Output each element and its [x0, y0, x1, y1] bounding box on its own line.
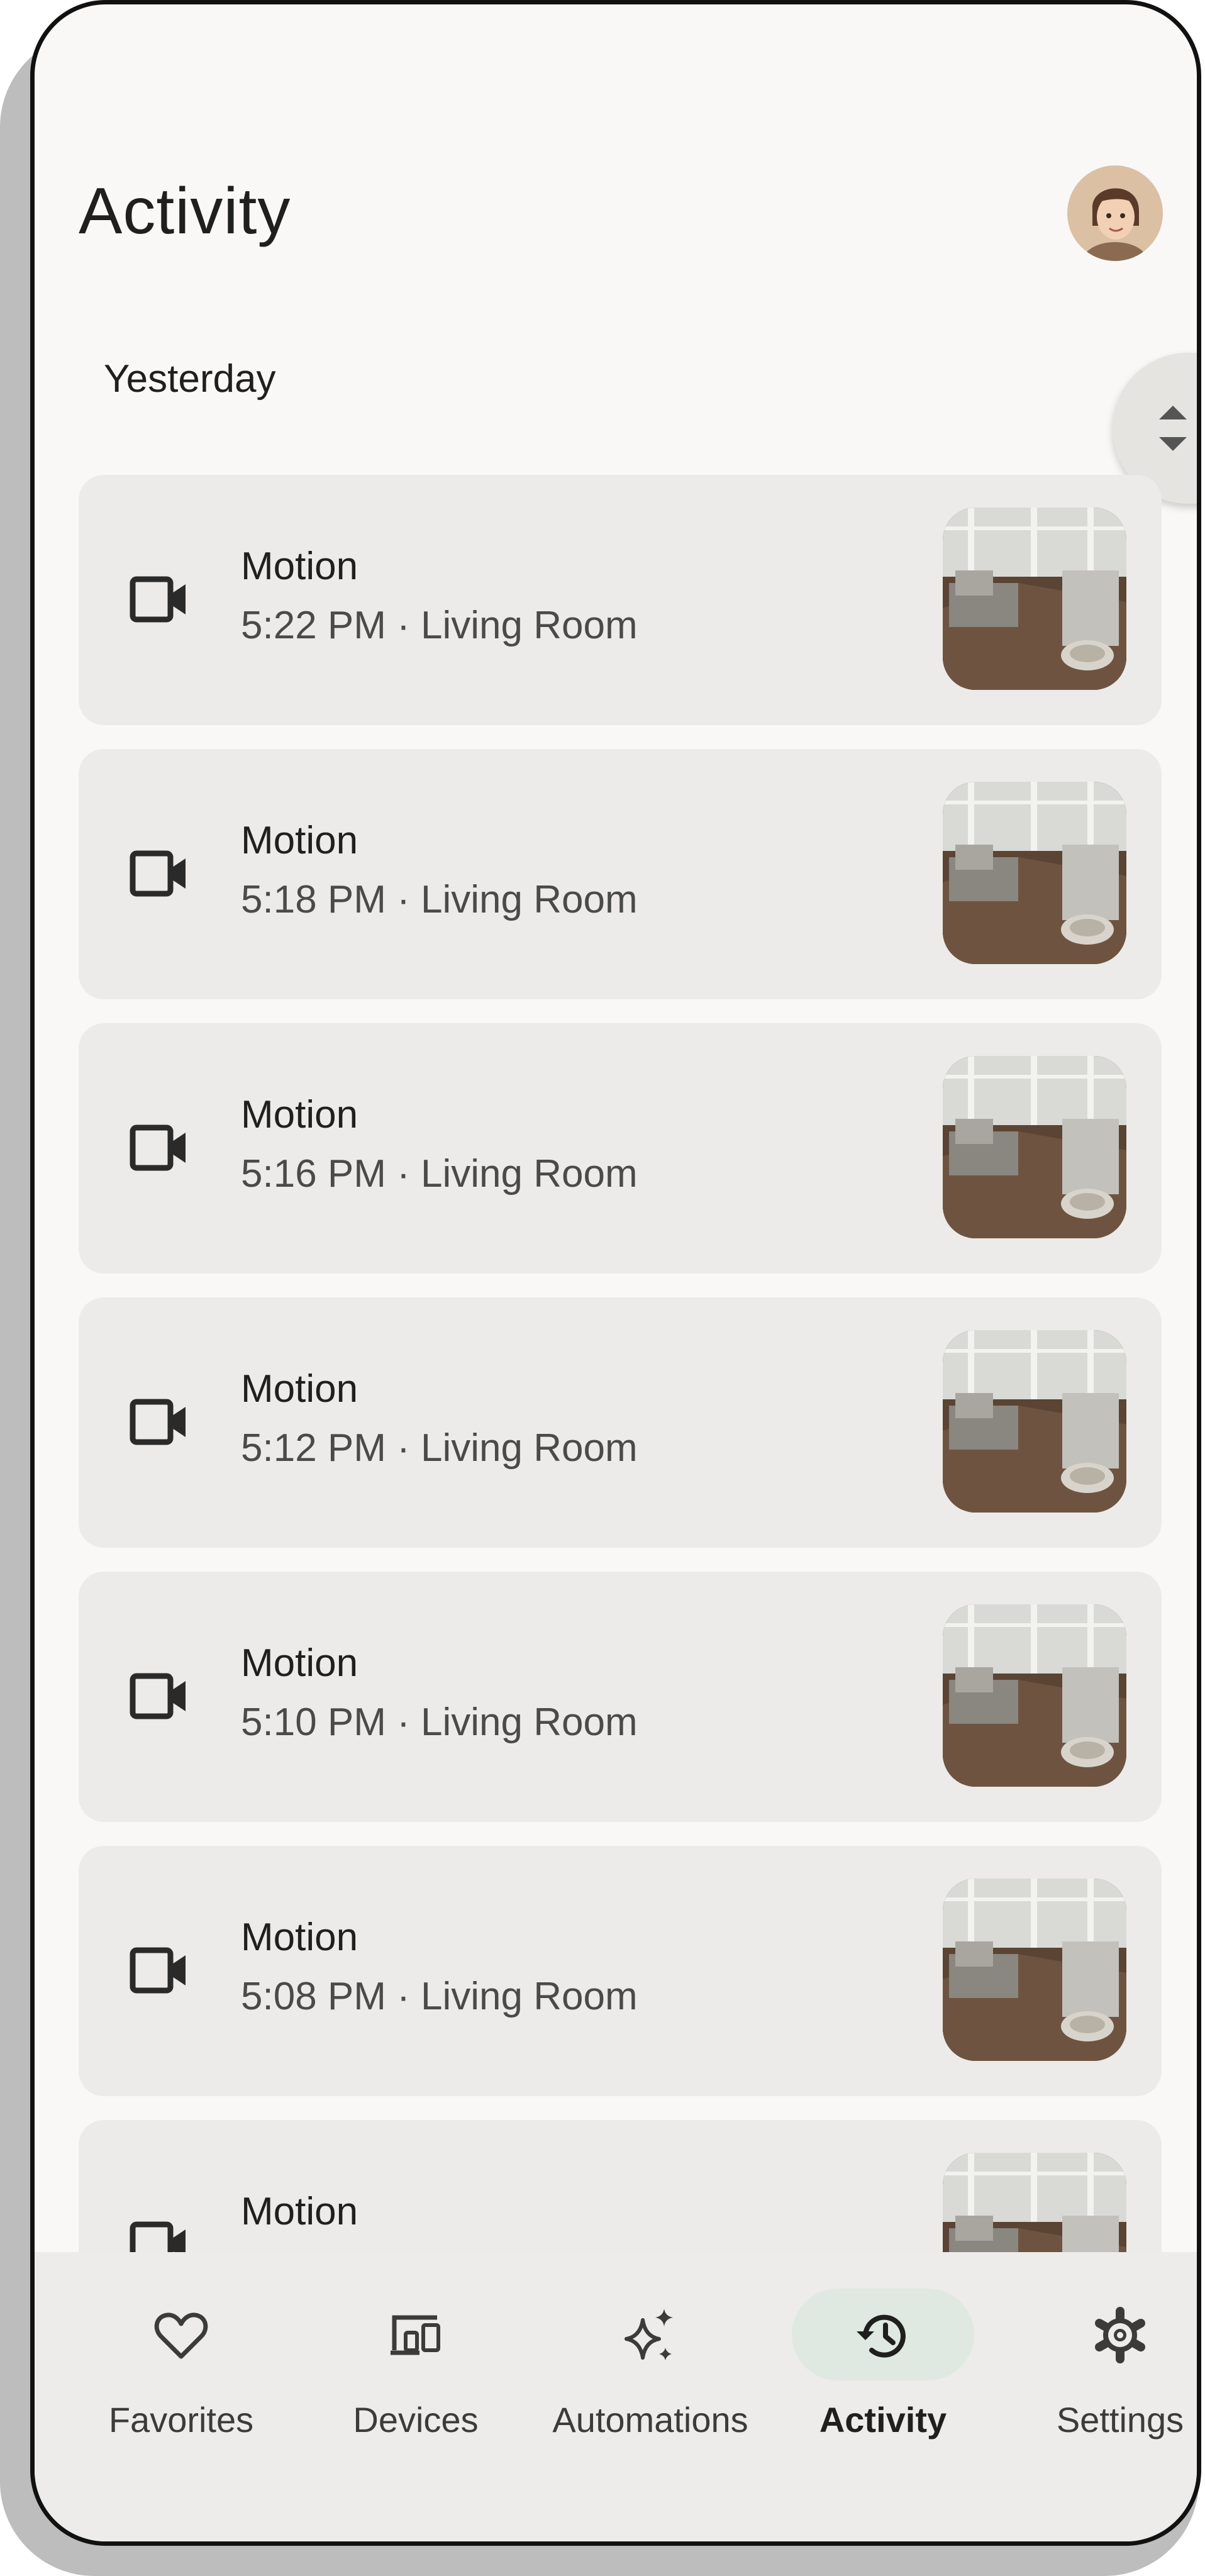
activity-event-card[interactable]: Motion 5:10 PM · Living Room [79, 1572, 1162, 1822]
devices-icon [391, 2315, 440, 2355]
nav-favorites[interactable]: Favorites [87, 2252, 275, 2441]
event-thumbnail[interactable] [943, 1330, 1126, 1513]
video-camera-icon [130, 1399, 186, 1445]
sparkle-icon [625, 2309, 673, 2360]
event-title: Motion [241, 1093, 358, 1136]
event-time-location: 5:18 PM · Living Room [241, 878, 638, 921]
event-thumbnail[interactable] [943, 782, 1126, 964]
video-camera-icon [130, 1124, 186, 1171]
nav-automations-label: Automations [552, 2400, 748, 2440]
app-screen: Activity Yesterday Motion 5:22 PM · Livin… [30, 0, 1201, 2546]
nav-automations[interactable]: Automations [552, 2252, 748, 2441]
history-icon [857, 2314, 906, 2358]
activity-event-card[interactable]: Motion 5:16 PM · Living Room [79, 1023, 1162, 1274]
nav-settings[interactable]: Settings [1026, 2252, 1197, 2441]
camera-snapshot-image [943, 782, 1126, 964]
event-title: Motion [241, 1367, 358, 1411]
nav-devices[interactable]: Devices [321, 2252, 510, 2441]
event-time-location: 5:08 PM · Living Room [241, 1975, 638, 2018]
event-time-location: 5:12 PM · Living Room [241, 1426, 638, 1470]
activity-event-card[interactable]: Motion 5:08 PM · Living Room [79, 1846, 1162, 2096]
camera-snapshot-image [943, 1330, 1126, 1513]
event-time-location: 5:22 PM · Living Room [241, 604, 638, 647]
nav-devices-label: Devices [353, 2400, 479, 2440]
nav-favorites-label: Favorites [108, 2400, 254, 2440]
event-title: Motion [241, 2190, 358, 2233]
gear-icon [1095, 2307, 1145, 2363]
event-time-location: 5:10 PM · Living Room [241, 1701, 638, 1744]
avatar[interactable] [1067, 165, 1163, 261]
nav-activity-label: Activity [819, 2400, 947, 2440]
event-title: Motion [241, 545, 358, 588]
event-thumbnail[interactable] [943, 1879, 1126, 2061]
camera-snapshot-image [943, 1879, 1126, 2061]
video-camera-icon [130, 1673, 186, 1719]
event-thumbnail[interactable] [943, 1604, 1126, 1787]
video-camera-icon [130, 1947, 186, 1994]
camera-snapshot-image [943, 1056, 1126, 1238]
avatar-image [1067, 165, 1163, 261]
event-title: Motion [241, 819, 358, 862]
event-title: Motion [241, 1916, 358, 1959]
page-title: Activity [79, 175, 291, 248]
nav-settings-label: Settings [1056, 2400, 1184, 2440]
activity-event-card[interactable]: Motion 5:22 PM · Living Room [79, 475, 1162, 725]
heart-icon [154, 2312, 208, 2359]
section-label-yesterday: Yesterday [104, 357, 276, 401]
video-camera-icon [130, 576, 186, 623]
nav-activity[interactable]: Activity [789, 2252, 977, 2441]
video-camera-icon [130, 850, 186, 897]
camera-snapshot-image [943, 1604, 1126, 1787]
activity-event-card[interactable]: Motion 5:18 PM · Living Room [79, 749, 1162, 999]
event-time-location: 5:16 PM · Living Room [241, 1152, 638, 1196]
bottom-navigation: Favorites Devices Automations Activity S… [35, 2252, 1197, 2541]
event-title: Motion [241, 1641, 358, 1685]
camera-snapshot-image [943, 508, 1126, 690]
activity-event-card[interactable]: Motion 5:12 PM · Living Room [79, 1297, 1162, 1548]
event-thumbnail[interactable] [943, 1056, 1126, 1238]
event-thumbnail[interactable] [943, 508, 1126, 690]
